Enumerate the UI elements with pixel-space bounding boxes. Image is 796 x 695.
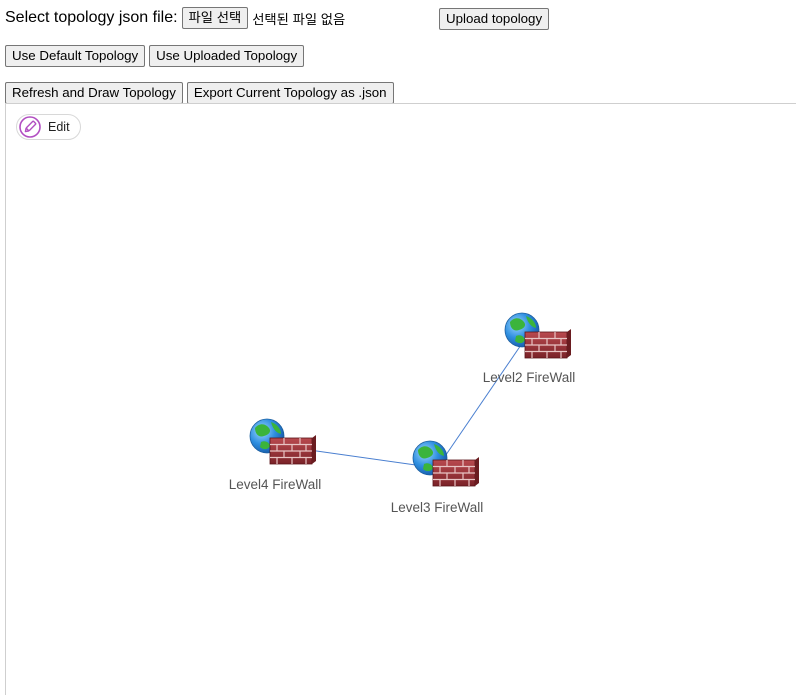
topology-source-row: Use Default Topology Use Uploaded Topolo… [5,44,305,68]
edit-label: Edit [48,120,70,134]
topology-canvas[interactable] [5,103,796,695]
use-uploaded-topology-button[interactable]: Use Uploaded Topology [149,45,305,67]
actions-row: Refresh and Draw Topology Export Current… [5,81,394,105]
use-default-topology-button[interactable]: Use Default Topology [5,45,146,67]
file-picker-row: Select topology json file: 파일 선택 선택된 파일 … [5,6,345,30]
pencil-icon [19,116,41,138]
file-status-text: 선택된 파일 없음 [252,11,346,27]
edit-toggle-button[interactable]: Edit [16,114,81,140]
file-picker-label: Select topology json file: [5,9,178,26]
choose-file-button[interactable]: 파일 선택 [181,7,249,29]
export-topology-button[interactable]: Export Current Topology as .json [186,82,394,104]
upload-topology-button[interactable]: Upload topology [439,8,550,30]
refresh-draw-topology-button[interactable]: Refresh and Draw Topology [5,82,183,104]
